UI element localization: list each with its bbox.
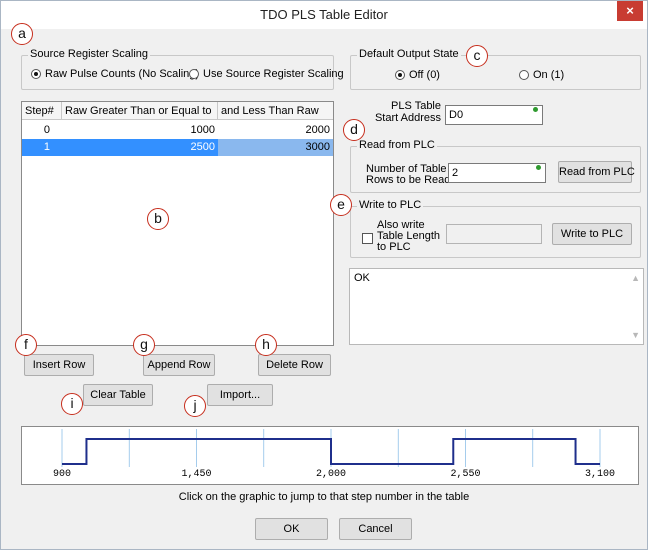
output-off-radio[interactable]: Off (0): [395, 69, 440, 81]
callout-j: j: [184, 395, 206, 417]
import-button[interactable]: Import...: [207, 384, 273, 406]
start-address-label-line2: Start Address: [374, 112, 441, 124]
step-cell[interactable]: 1: [22, 139, 62, 156]
read-from-plc-button[interactable]: Read from PLC: [558, 161, 635, 183]
callout-f: f: [15, 334, 37, 356]
ok-button[interactable]: OK: [255, 518, 328, 540]
callout-a: a: [11, 23, 33, 45]
pls-step-table[interactable]: Step# Raw Greater Than or Equal to and L…: [21, 101, 334, 346]
waveform-line[interactable]: [62, 438, 600, 465]
write-table-length-checkbox[interactable]: [362, 233, 373, 244]
scroll-down-icon[interactable]: ▼: [631, 330, 640, 340]
valid-indicator-icon: [536, 165, 541, 170]
close-button[interactable]: ×: [617, 1, 643, 21]
table-row-selected[interactable]: 1 2500 3000: [22, 139, 333, 156]
table-length-field: [446, 224, 542, 244]
raw-ge-cell[interactable]: 2500: [62, 139, 218, 156]
append-row-button[interactable]: Append Row: [143, 354, 215, 376]
raw-ge-cell[interactable]: 1000: [62, 122, 218, 139]
window-title: TDO PLS Table Editor: [260, 7, 388, 22]
raw-lt-cell[interactable]: 2000: [218, 122, 333, 139]
cancel-button[interactable]: Cancel: [339, 518, 412, 540]
raw-lt-cell[interactable]: 3000: [218, 139, 333, 156]
tick-label: 1,450: [181, 469, 212, 480]
default-output-state-legend: Default Output State: [357, 48, 461, 60]
graph-hint-text: Click on the graphic to jump to that ste…: [178, 491, 470, 503]
raw-pulse-counts-radio[interactable]: Raw Pulse Counts (No Scaling): [31, 68, 199, 80]
read-from-plc-group: Read from PLC Number of Table Rows to be…: [350, 139, 641, 193]
output-on-radio[interactable]: On (1): [519, 69, 564, 81]
read-from-plc-legend: Read from PLC: [357, 139, 437, 151]
tick-label: 2,550: [450, 469, 481, 480]
status-text: OK: [354, 272, 370, 284]
insert-row-button[interactable]: Insert Row: [24, 354, 94, 376]
use-source-register-scaling-radio[interactable]: Use Source Register Scaling: [189, 68, 344, 80]
radio-checked-icon: [31, 69, 41, 79]
output-on-label: On (1): [533, 69, 565, 81]
callout-e: e: [330, 194, 352, 216]
write-table-length-label-line3: to PLC: [377, 241, 411, 253]
column-header-step[interactable]: Step#: [22, 102, 62, 120]
start-address-label-line1: PLS Table: [391, 100, 441, 112]
clear-table-button[interactable]: Clear Table: [83, 384, 153, 406]
radio-unchecked-icon: [519, 70, 529, 80]
status-output-box[interactable]: OK ▲ ▼: [349, 268, 644, 345]
use-source-register-scaling-label: Use Source Register Scaling: [203, 68, 344, 80]
default-output-state-group: Default Output State Off (0) On (1): [350, 48, 641, 90]
callout-d: d: [343, 119, 365, 141]
radio-checked-icon: [395, 70, 405, 80]
write-to-plc-legend: Write to PLC: [357, 199, 424, 211]
callout-c: c: [466, 45, 488, 67]
title-bar: TDO PLS Table Editor ×: [1, 1, 647, 29]
output-off-label: Off (0): [409, 69, 440, 81]
callout-h: h: [255, 334, 277, 356]
source-register-scaling-group: Source Register Scaling Raw Pulse Counts…: [21, 48, 344, 90]
write-to-plc-button[interactable]: Write to PLC: [552, 223, 632, 245]
tick-label: 2,000: [316, 469, 347, 480]
delete-row-button[interactable]: Delete Row: [258, 354, 331, 376]
scroll-up-icon[interactable]: ▲: [631, 273, 640, 283]
valid-indicator-icon: [533, 107, 538, 112]
callout-i: i: [61, 393, 83, 415]
rows-to-read-label-line2: Rows to be Read: [366, 174, 451, 186]
column-header-raw-ge[interactable]: Raw Greater Than or Equal to: [62, 102, 218, 120]
column-header-raw-lt[interactable]: and Less Than Raw: [218, 102, 333, 120]
source-register-scaling-legend: Source Register Scaling: [28, 48, 151, 60]
start-address-input[interactable]: D0: [445, 105, 543, 125]
pls-timing-graph[interactable]: 900 1,450 2,000 2,550 3,100: [21, 426, 639, 485]
table-header: Step# Raw Greater Than or Equal to and L…: [22, 102, 333, 120]
radio-unchecked-icon: [189, 69, 199, 79]
step-cell[interactable]: 0: [22, 122, 62, 139]
raw-pulse-counts-label: Raw Pulse Counts (No Scaling): [45, 68, 200, 80]
rows-to-read-input[interactable]: 2: [448, 163, 546, 183]
write-to-plc-group: Write to PLC Also write Table Length to …: [350, 199, 641, 258]
callout-g: g: [133, 334, 155, 356]
tick-label: 900: [53, 469, 72, 480]
pls-table-editor-window: TDO PLS Table Editor × Source Register S…: [0, 0, 648, 550]
tick-label: 3,100: [585, 469, 616, 480]
table-row[interactable]: 0 1000 2000: [22, 122, 333, 139]
callout-b: b: [147, 208, 169, 230]
